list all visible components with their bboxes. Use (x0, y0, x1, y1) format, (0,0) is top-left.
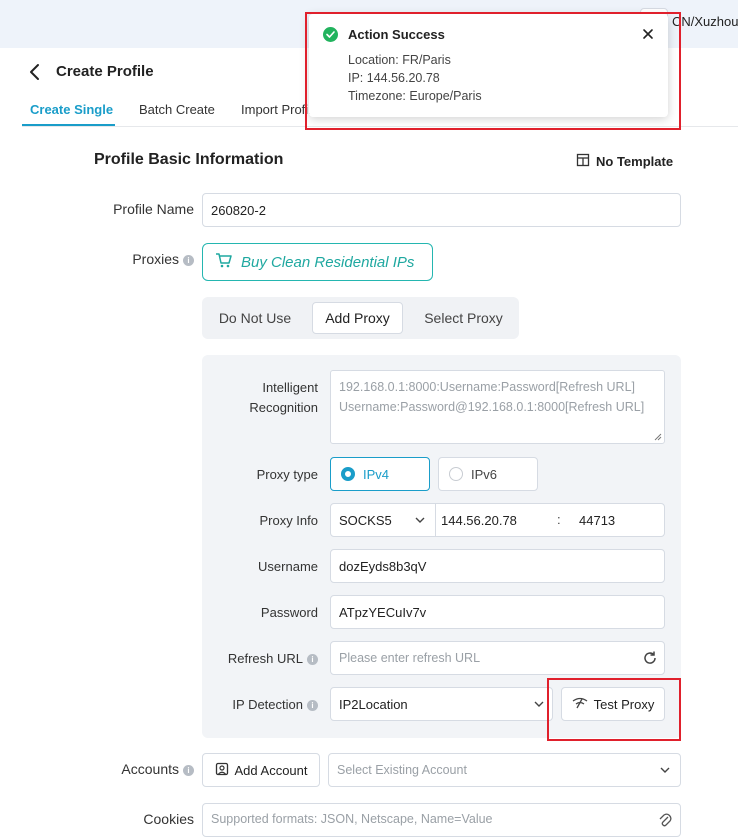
intelligent-placeholder-line1: 192.168.0.1:8000:Username:Password[Refre… (339, 380, 635, 394)
ip-detection-label-wrap: IP Detection i (212, 695, 318, 715)
proxy-type-label: Proxy type (256, 467, 318, 482)
proxies-label-wrap: Proxies i (100, 251, 194, 267)
tab-create-single[interactable]: Create Single (30, 102, 113, 117)
ipv4-radio (341, 467, 355, 481)
proxy-mode-selector: Do Not Use Add Proxy Select Proxy (202, 297, 519, 339)
profile-name-input[interactable]: 260820-2 (202, 193, 681, 227)
chevron-down-icon (534, 701, 544, 707)
proxy-mode-add-proxy[interactable]: Add Proxy (312, 302, 403, 334)
password-input[interactable]: ATpzYECuIv7v (330, 595, 665, 629)
template-selector[interactable]: No Template (576, 153, 673, 170)
profile-name-label: Profile Name (113, 201, 194, 217)
info-icon: i (183, 255, 194, 266)
refresh-url-input[interactable]: Please enter refresh URL (330, 641, 665, 675)
username-input[interactable]: dozEyds8b3qV (330, 549, 665, 583)
port-value: 44713 (579, 512, 616, 528)
chevron-down-icon (660, 767, 670, 773)
ip-detection-value: IP2Location (339, 696, 408, 712)
password-value: ATpzYECuIv7v (339, 604, 427, 620)
intelligent-label-line1: Intelligent (262, 380, 318, 395)
proxy-mode-select-proxy[interactable]: Select Proxy (416, 302, 511, 334)
protocol-value: SOCKS5 (339, 512, 392, 528)
buy-button-label: Buy Clean Residential IPs (241, 253, 415, 271)
ip-detection-select[interactable]: IP2Location (330, 687, 553, 721)
cookies-input[interactable]: Supported formats: JSON, Netscape, Name=… (202, 803, 681, 837)
refresh-url-label-wrap: Refresh URL i (212, 649, 318, 669)
password-label: Password (260, 605, 318, 620)
username-label: Username (258, 559, 318, 574)
ipv6-label: IPv6 (471, 466, 498, 482)
paperclip-icon[interactable] (658, 812, 672, 828)
intelligent-recognition-label: Intelligent Recognition (212, 378, 318, 418)
existing-account-select[interactable]: Select Existing Account (328, 753, 681, 787)
cookies-placeholder: Supported formats: JSON, Netscape, Name=… (211, 812, 493, 826)
intelligent-label-line2: Recognition (249, 400, 318, 415)
info-icon: i (307, 654, 318, 665)
refresh-url-placeholder: Please enter refresh URL (339, 651, 481, 665)
proxy-info-label: Proxy Info (259, 513, 318, 528)
protocol-select[interactable]: SOCKS5 (331, 504, 435, 536)
buy-residential-ips-button[interactable]: Buy Clean Residential IPs (202, 243, 433, 281)
ipv6-radio (449, 467, 463, 481)
proxy-type-ipv4[interactable]: IPv4 (330, 457, 430, 491)
proxy-type-ipv6[interactable]: IPv6 (438, 457, 538, 491)
page-title: Create Profile (56, 63, 154, 80)
tab-batch-create[interactable]: Batch Create (139, 102, 215, 117)
profile-name-value: 260820-2 (211, 202, 266, 218)
cart-icon (215, 252, 233, 272)
proxy-info-group: SOCKS5 144.56.20.78 : 44713 (330, 503, 665, 537)
host-value: 144.56.20.78 (441, 512, 517, 528)
existing-account-placeholder: Select Existing Account (337, 763, 467, 777)
refresh-url-label: Refresh URL (227, 651, 303, 666)
resize-handle-icon[interactable] (654, 433, 662, 441)
template-label: No Template (596, 154, 674, 169)
cookies-label: Cookies (143, 811, 194, 827)
add-account-label: Add Account (234, 762, 308, 778)
proxies-label: Proxies (132, 251, 179, 267)
host-port-separator: : (557, 512, 561, 527)
info-icon: i (307, 700, 318, 711)
highlight-test-proxy (547, 678, 681, 741)
host-input[interactable]: 144.56.20.78 (441, 504, 551, 536)
add-account-button[interactable]: Add Account (202, 753, 320, 787)
intelligent-placeholder-line2: Username:Password@192.168.0.1:8000[Refre… (339, 400, 645, 414)
port-input[interactable]: 44713 (579, 504, 659, 536)
back-arrow-icon[interactable] (26, 60, 46, 84)
intelligent-recognition-textarea[interactable]: 192.168.0.1:8000:Username:Password[Refre… (330, 370, 665, 444)
proxy-mode-do-not-use[interactable]: Do Not Use (210, 302, 300, 334)
username-value: dozEyds8b3qV (339, 558, 427, 574)
add-account-icon (215, 762, 229, 779)
section-title: Profile Basic Information (94, 151, 284, 168)
accounts-label: Accounts (121, 761, 179, 777)
ipv4-label: IPv4 (363, 466, 390, 482)
refresh-icon[interactable] (642, 650, 658, 666)
accounts-label-wrap: Accounts i (100, 761, 194, 777)
highlight-toast (305, 12, 681, 130)
template-icon (576, 153, 590, 170)
chevron-down-icon (415, 517, 425, 523)
location-indicator: CN/Xuzhou (672, 14, 738, 29)
info-icon: i (183, 765, 194, 776)
ip-detection-label: IP Detection (232, 697, 303, 712)
